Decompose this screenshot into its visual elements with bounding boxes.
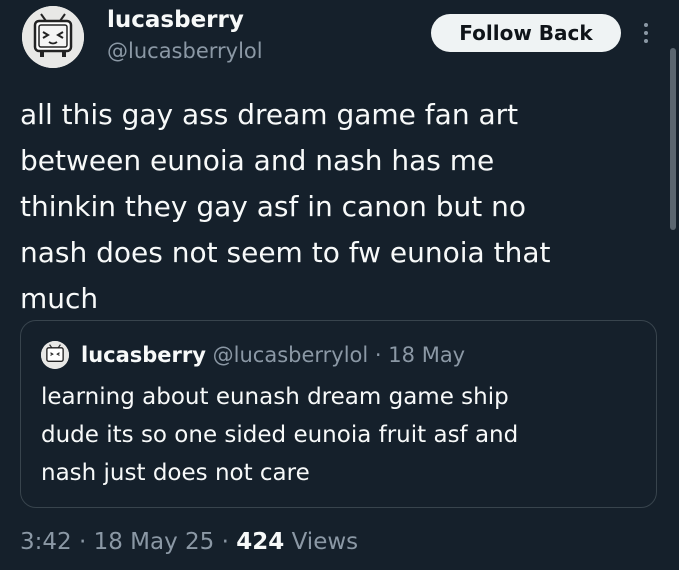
meta-separator: · (221, 529, 229, 555)
quoted-text-line: nash just does not care (41, 460, 310, 486)
tweet-text-line: thinkin they gay asf in canon but no (20, 190, 526, 223)
quoted-tweet-header: lucasberry @lucasberrylol · 18 May (81, 341, 465, 369)
more-vertical-icon[interactable] (634, 16, 658, 50)
quoted-tweet-card[interactable]: lucasberry @lucasberrylol · 18 May learn… (20, 320, 657, 508)
meta-separator: · (78, 529, 87, 555)
quoted-tweet-text: learning about eunash dream game ship du… (41, 378, 641, 492)
quoted-author-handle: @lucasberrylol (212, 343, 369, 367)
quoted-author-display-name: lucasberry (81, 343, 206, 367)
quoted-text-line: dude its so one sided eunoia fruit asf a… (41, 422, 519, 448)
tv-face-avatar-icon (41, 341, 69, 369)
views-count: 424 (236, 529, 285, 555)
quoted-author-avatar (41, 341, 69, 369)
tweet-time[interactable]: 3:42 (20, 529, 72, 555)
tweet-date[interactable]: 18 May 25 (94, 529, 215, 555)
scrollbar[interactable] (670, 48, 676, 230)
quoted-separator: · (374, 343, 382, 367)
tv-face-avatar-icon (22, 6, 84, 68)
tweet-text-line: nash does not seem to fw eunoia that (20, 236, 551, 269)
follow-back-button[interactable]: Follow Back (431, 14, 621, 52)
tweet-text-line: between eunoia and nash has me (20, 144, 495, 177)
tweet-text: all this gay ass dream game fan art betw… (20, 92, 660, 322)
author-handle[interactable]: @lucasberrylol (107, 38, 263, 64)
tweet-text-line: all this gay ass dream game fan art (20, 98, 519, 131)
quoted-tweet-date: 18 May (388, 343, 466, 367)
tweet-meta: 3:42 · 18 May 25 · 424 Views (20, 526, 358, 558)
author-display-name[interactable]: lucasberry (107, 6, 244, 34)
author-avatar[interactable] (22, 6, 84, 68)
quoted-text-line: learning about eunash dream game ship (41, 384, 509, 410)
tweet-text-line: much (20, 282, 99, 315)
views-label: Views (291, 529, 359, 555)
